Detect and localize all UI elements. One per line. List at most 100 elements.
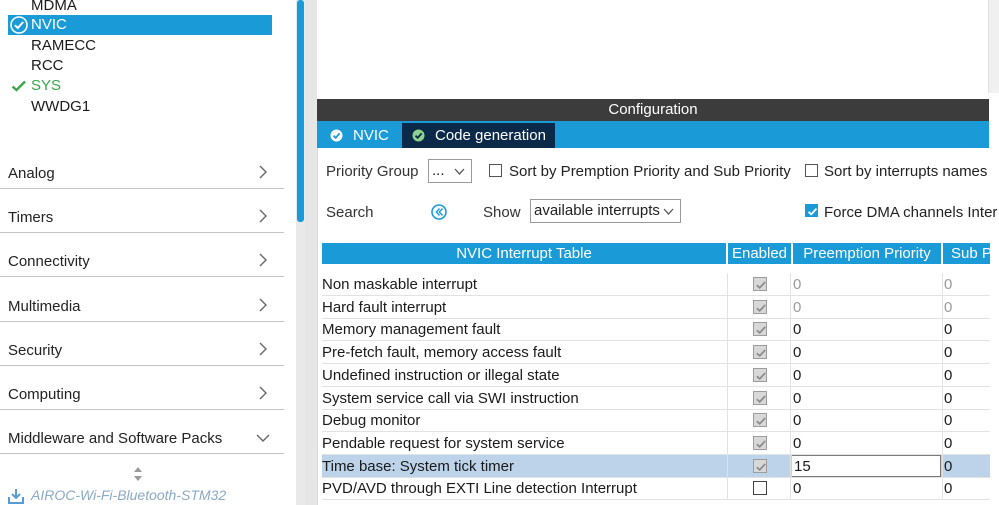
sub-priority-value[interactable]: 0 <box>942 273 990 295</box>
sub-priority-value[interactable]: 0 <box>942 295 990 318</box>
preemption-priority-cell[interactable]: 0 <box>792 387 941 409</box>
check-circle-icon <box>330 129 343 142</box>
peripheral-item[interactable]: NVIC <box>8 15 272 35</box>
preemption-priority-cell[interactable]: 0 <box>792 296 941 318</box>
interrupt-name: Time base: System tick timer <box>322 457 514 475</box>
preemption-priority-cell[interactable]: 0 <box>792 364 941 386</box>
category-security[interactable]: Security <box>0 322 284 366</box>
sub-priority-value[interactable]: 0 <box>942 341 990 364</box>
table-row[interactable]: Pre-fetch fault, memory access fault 0 0 <box>322 341 990 365</box>
sub-priority-value[interactable]: 0 <box>942 363 990 386</box>
sub-priority-value[interactable]: 0 <box>942 318 990 341</box>
check-icon <box>756 372 766 380</box>
category-computing[interactable]: Computing <box>0 366 284 410</box>
preemption-priority-value: 0 <box>793 434 802 452</box>
table-row[interactable]: System service call via SWI instruction 0… <box>322 386 990 410</box>
peripheral-label: RAMECC <box>31 37 97 54</box>
sub-priority-value[interactable]: 0 <box>942 431 990 454</box>
enabled-checkbox[interactable] <box>753 390 767 405</box>
sub-priority-value[interactable]: 0 <box>942 386 990 409</box>
category-label: Security <box>8 342 63 359</box>
enabled-checkbox[interactable] <box>753 481 767 496</box>
table-row[interactable]: Memory management fault 0 0 <box>322 318 990 342</box>
plugin-item[interactable]: AIROC-Wi-Fi-Bluetooth-STM32 <box>8 486 288 505</box>
table-row[interactable]: Non maskable interrupt 0 0 <box>322 273 990 296</box>
preemption-priority-value: 0 <box>793 298 802 316</box>
force-dma-checkbox[interactable] <box>805 204 818 217</box>
preemption-priority-value[interactable]: 15 <box>792 454 941 477</box>
sort-names-checkbox[interactable] <box>805 164 818 177</box>
tab-code-generation-label: Code generation <box>435 127 546 144</box>
preemption-priority-value: 0 <box>793 276 802 293</box>
category-analog[interactable]: Analog <box>0 145 284 189</box>
table-row[interactable]: Time base: System tick timer 15 0 <box>322 454 990 478</box>
enabled-checkbox[interactable] <box>753 458 767 473</box>
category-timers[interactable]: Timers <box>0 189 284 233</box>
check-icon <box>756 304 766 312</box>
preemption-priority-cell[interactable]: 0 <box>792 432 941 454</box>
sub-priority-value[interactable]: 0 <box>942 477 990 500</box>
priority-group-select[interactable]: ... <box>428 159 472 183</box>
check-icon <box>756 462 766 471</box>
chevron-right-icon <box>259 298 267 312</box>
check-icon <box>756 281 766 289</box>
tab-nvic[interactable]: NVIC <box>320 123 400 148</box>
sort-arrows-icon[interactable] <box>133 466 143 482</box>
table-row[interactable]: Undefined instruction or illegal state 0 0 <box>322 363 990 387</box>
tab-code-generation[interactable]: Code generation <box>402 123 555 148</box>
show-select[interactable]: available interrupts <box>530 199 681 223</box>
preemption-priority-cell[interactable]: 15 <box>792 454 941 477</box>
search-back-icon[interactable] <box>431 204 447 220</box>
col-enabled[interactable]: Enabled <box>728 243 791 264</box>
nvic-table-header: NVIC Interrupt Table Enabled Preemption … <box>322 243 990 264</box>
priority-group-label: Priority Group <box>326 163 419 180</box>
enabled-checkbox[interactable] <box>753 345 767 360</box>
check-circle-icon <box>412 129 425 142</box>
search-label: Search <box>326 204 374 221</box>
sort-premption-checkbox[interactable] <box>489 164 502 177</box>
sidebar-scrollbar-thumb[interactable] <box>297 0 304 222</box>
category-label: Connectivity <box>8 253 90 270</box>
show-value: available interrupts <box>534 202 660 219</box>
preemption-priority-cell[interactable]: 0 <box>792 409 941 431</box>
enabled-cell <box>727 409 791 432</box>
enabled-checkbox[interactable] <box>753 322 767 337</box>
table-row[interactable]: Debug monitor 0 0 <box>322 409 990 433</box>
category-multimedia[interactable]: Multimedia <box>0 278 284 322</box>
table-row[interactable]: Pendable request for system service 0 0 <box>322 431 990 455</box>
enabled-checkbox[interactable] <box>753 367 767 382</box>
category-connectivity[interactable]: Connectivity <box>0 233 284 277</box>
check-icon <box>807 207 818 216</box>
sub-priority-value[interactable]: 0 <box>942 454 990 477</box>
enabled-checkbox[interactable] <box>753 435 767 450</box>
table-row[interactable]: PVD/AVD through EXTI Line detection Inte… <box>322 477 990 501</box>
preemption-priority-cell[interactable]: 0 <box>792 341 941 363</box>
mode-panel <box>317 0 999 93</box>
peripheral-item[interactable]: RCC <box>8 56 272 76</box>
table-row[interactable]: Hard fault interrupt 0 0 <box>322 295 990 319</box>
enabled-checkbox[interactable] <box>753 413 767 428</box>
peripheral-item[interactable]: SYS <box>8 76 272 96</box>
enabled-cell <box>727 431 791 454</box>
interrupt-name: Memory management fault <box>322 321 501 339</box>
preemption-priority-cell[interactable]: 0 <box>792 273 941 295</box>
enabled-cell <box>727 341 791 364</box>
peripheral-item[interactable]: MDMA <box>8 0 272 16</box>
sub-priority-value[interactable]: 0 <box>942 409 990 432</box>
col-sub-priority[interactable]: Sub P <box>943 243 990 264</box>
chevron-right-icon <box>259 253 267 267</box>
enabled-checkbox[interactable] <box>753 277 767 291</box>
chevron-right-icon <box>259 209 267 223</box>
mode-panel-scrollbar[interactable] <box>988 0 999 93</box>
col-interrupt-table[interactable]: NVIC Interrupt Table <box>322 243 726 264</box>
preemption-priority-cell[interactable]: 0 <box>792 318 941 340</box>
enabled-checkbox[interactable] <box>753 299 767 314</box>
check-circle-icon <box>10 16 28 34</box>
category-middleware[interactable]: Middleware and Software Packs <box>0 410 284 454</box>
preemption-priority-cell[interactable]: 0 <box>792 477 941 499</box>
peripheral-item[interactable]: RAMECC <box>8 36 272 56</box>
peripheral-item[interactable]: WWDG1 <box>8 97 272 117</box>
col-preemption-priority[interactable]: Preemption Priority <box>793 243 941 264</box>
check-icon <box>756 417 766 426</box>
interrupt-name: Non maskable interrupt <box>322 276 478 293</box>
